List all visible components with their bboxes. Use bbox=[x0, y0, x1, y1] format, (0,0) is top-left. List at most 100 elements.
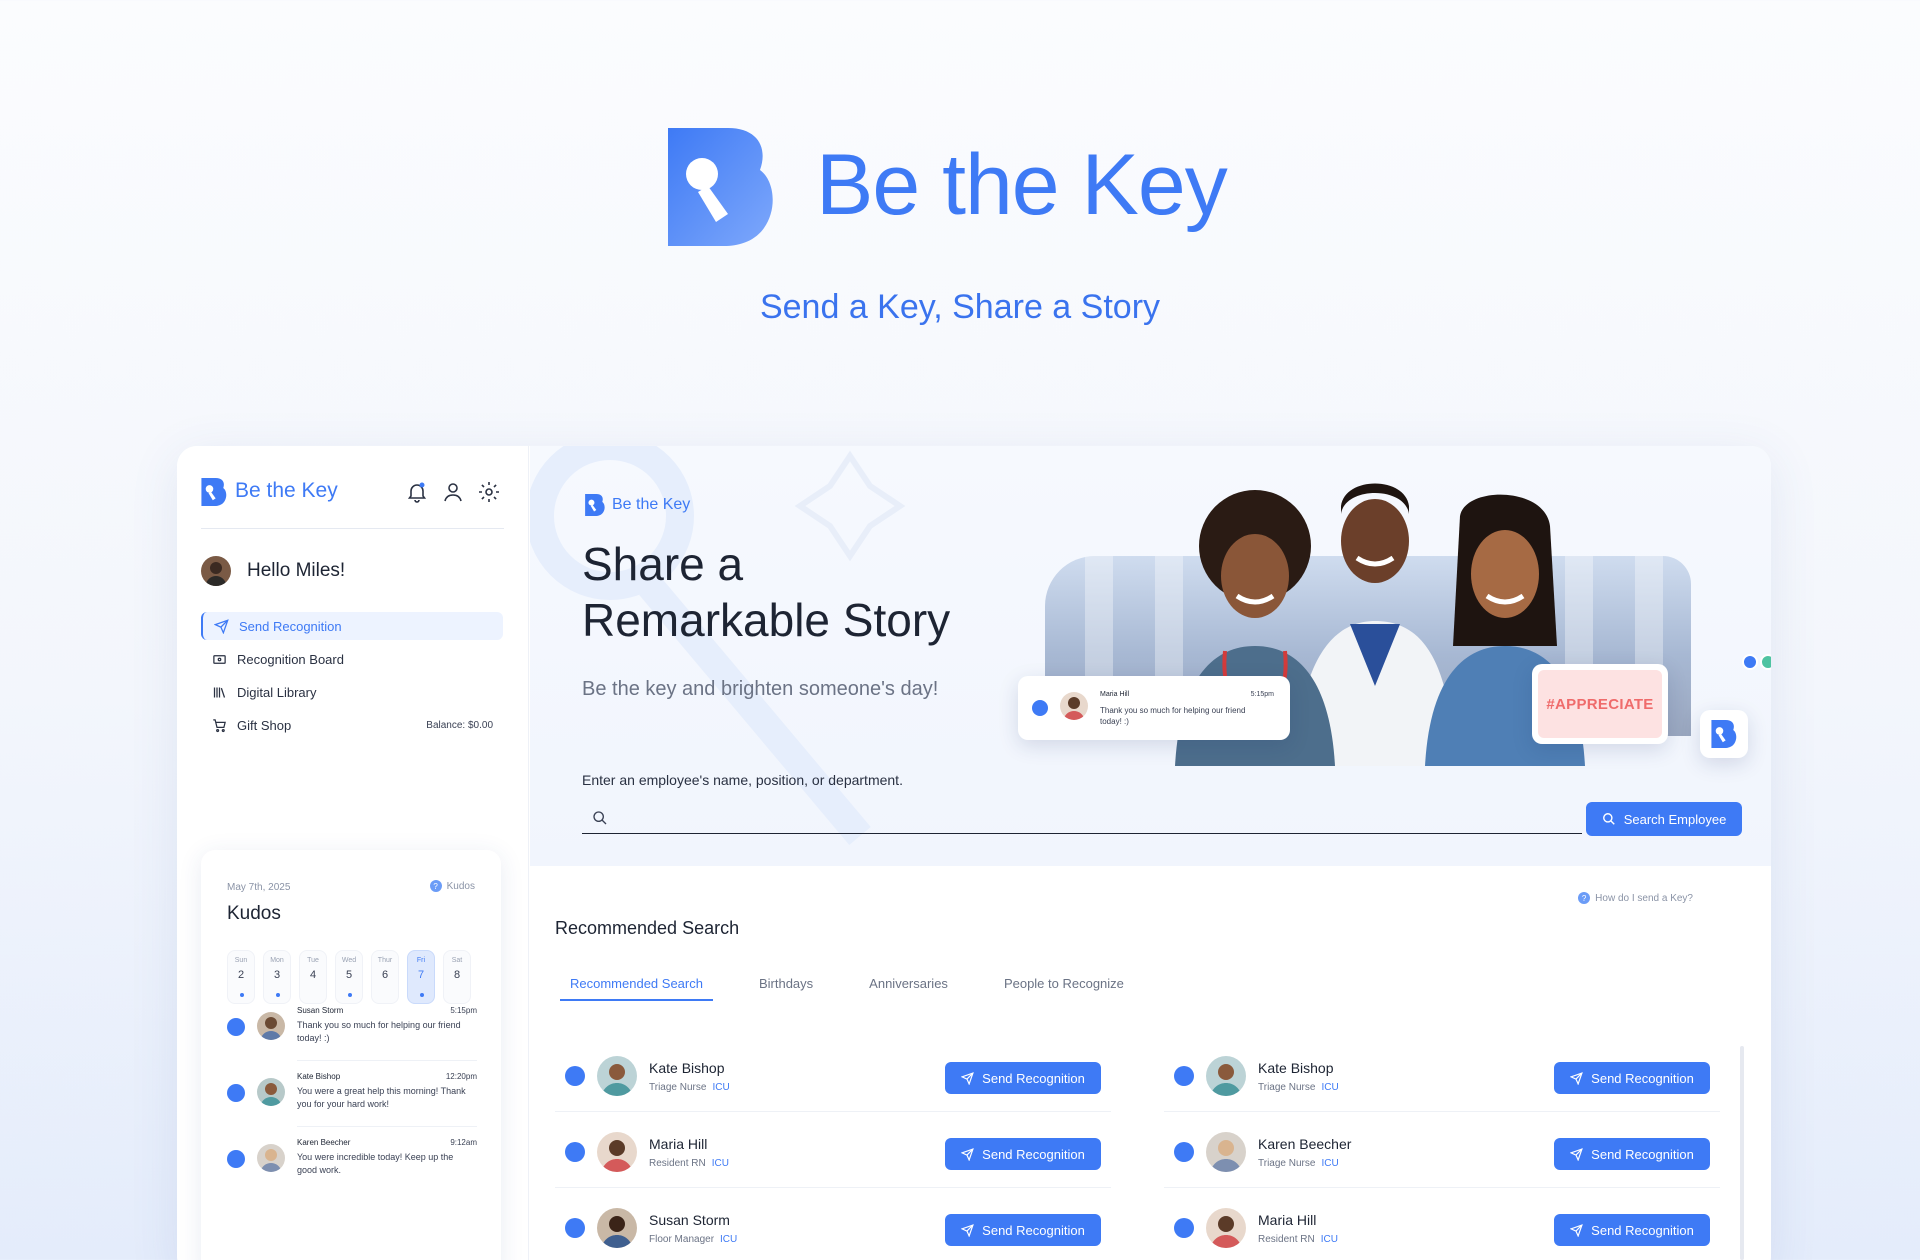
day-name: Fri bbox=[416, 957, 426, 964]
nav-label: Recognition Board bbox=[237, 651, 344, 667]
thumbs-up-icon[interactable] bbox=[565, 1142, 585, 1162]
user-avatar[interactable] bbox=[201, 556, 231, 586]
recommended-section: ? How do I send a Key? Recommended Search… bbox=[530, 866, 1771, 1260]
divider bbox=[201, 528, 504, 529]
list-scrollbar[interactable] bbox=[1740, 1046, 1744, 1260]
role-text: Floor Manager bbox=[649, 1234, 715, 1245]
calendar-day[interactable]: Sun 2 bbox=[227, 950, 255, 1004]
avatar bbox=[257, 1012, 285, 1040]
send-recognition-button[interactable]: Send Recognition bbox=[945, 1062, 1101, 1094]
day-number: 3 bbox=[273, 969, 281, 981]
sender-name: Susan Storm bbox=[297, 1006, 344, 1015]
kudos-message[interactable]: Kate Bishop 12:20pm You were a great hel… bbox=[227, 1072, 477, 1132]
hero-photo bbox=[1045, 446, 1745, 866]
message-time: 12:20pm bbox=[445, 1072, 477, 1081]
day-name: Thur bbox=[377, 957, 393, 964]
week-calendar: Sun 2 Mon 3 Tue 4 Wed 5 Thur 6 Fri 7 Sat 8 bbox=[227, 950, 471, 1004]
nav-item-gift-shop[interactable]: Gift Shop Balance: $0.00 bbox=[201, 711, 503, 739]
thumbs-up-icon[interactable] bbox=[1174, 1142, 1194, 1162]
day-name: Mon bbox=[270, 957, 284, 964]
role-text: Resident RN bbox=[649, 1158, 706, 1169]
user-icon[interactable] bbox=[441, 480, 465, 504]
send-recognition-button[interactable]: Send Recognition bbox=[1554, 1138, 1710, 1170]
message-time: 9:12am bbox=[450, 1138, 477, 1147]
calendar-day-selected[interactable]: Fri 7 bbox=[407, 950, 435, 1004]
how-to-label: How do I send a Key? bbox=[1595, 892, 1693, 904]
calendar-day[interactable]: Tue 4 bbox=[299, 950, 327, 1004]
day-number: 6 bbox=[381, 969, 389, 981]
message-time: 5:15pm bbox=[450, 1006, 477, 1015]
calendar-day[interactable]: Mon 3 bbox=[263, 950, 291, 1004]
send-icon bbox=[961, 1147, 975, 1161]
tab-people-to-recognize[interactable]: People to Recognize bbox=[994, 976, 1134, 1001]
day-name: Tue bbox=[307, 957, 319, 964]
kudos-card: May 7th, 2025 ? Kudos Kudos Sun 2 Mon 3 Tue… bbox=[201, 850, 501, 1260]
send-recognition-button[interactable]: Send Recognition bbox=[945, 1138, 1101, 1170]
button-label: Send Recognition bbox=[1591, 1146, 1694, 1162]
message-text: Thank you so much for helping our friend… bbox=[297, 1020, 461, 1043]
nav-item-send-recognition[interactable]: Send Recognition bbox=[201, 612, 503, 640]
department-tag: ICU bbox=[720, 1234, 738, 1245]
employee-name: Maria Hill bbox=[649, 1136, 708, 1152]
gear-icon[interactable] bbox=[477, 480, 501, 504]
calendar-day[interactable]: Sat 8 bbox=[443, 950, 471, 1004]
send-icon bbox=[1570, 1147, 1584, 1161]
nav-label: Gift Shop bbox=[237, 717, 292, 733]
page-title: Share a Remarkable Story bbox=[582, 538, 951, 646]
nav-label: Send Recognition bbox=[239, 618, 342, 634]
send-recognition-button[interactable]: Send Recognition bbox=[1554, 1214, 1710, 1246]
employee-row: Kate Bishop Triage Nurse ICU Send Recogni… bbox=[555, 1036, 1111, 1112]
thumbs-up-icon[interactable] bbox=[1174, 1218, 1194, 1238]
thumbs-up-icon[interactable] bbox=[565, 1218, 585, 1238]
sidebar-logo-icon[interactable] bbox=[201, 478, 227, 506]
day-number: 5 bbox=[345, 969, 353, 981]
calendar-day[interactable]: Wed 5 bbox=[335, 950, 363, 1004]
tab-bar: Recommended Search Birthdays Anniversari… bbox=[560, 976, 1170, 1001]
button-label: Send Recognition bbox=[982, 1146, 1085, 1162]
tab-birthdays[interactable]: Birthdays bbox=[749, 976, 823, 1001]
hero-brand-name: Be the Key bbox=[816, 137, 1228, 233]
send-icon bbox=[961, 1071, 975, 1085]
button-label: Send Recognition bbox=[1591, 1222, 1694, 1238]
brand-badge bbox=[1700, 710, 1748, 758]
how-to-link[interactable]: ? How do I send a Key? bbox=[1578, 892, 1693, 904]
button-label: Send Recognition bbox=[1591, 1070, 1694, 1086]
sender-name: Kate Bishop bbox=[297, 1072, 341, 1081]
avatar bbox=[257, 1078, 285, 1106]
thumbs-up-icon bbox=[1742, 654, 1758, 670]
nav-item-digital-library[interactable]: Digital Library bbox=[201, 678, 503, 706]
kudos-message[interactable]: Karen Beecher 9:12am You were incredible… bbox=[227, 1138, 477, 1198]
thumbs-up-icon[interactable] bbox=[565, 1066, 585, 1086]
send-recognition-button[interactable]: Send Recognition bbox=[1554, 1062, 1710, 1094]
activity-dot bbox=[240, 993, 244, 997]
question-icon: ? bbox=[429, 880, 442, 892]
department-tag: ICU bbox=[1320, 1234, 1338, 1245]
appreciate-label: #APPRECIATE bbox=[1538, 670, 1662, 738]
sender-name: Karen Beecher bbox=[297, 1138, 351, 1147]
bell-icon[interactable] bbox=[405, 480, 429, 504]
divider bbox=[297, 1060, 477, 1061]
avatar bbox=[597, 1132, 637, 1172]
send-recognition-button[interactable]: Send Recognition bbox=[945, 1214, 1101, 1246]
cart-icon bbox=[211, 717, 227, 733]
sidebar: Be the Key Hello Miles! Send Recognition… bbox=[177, 446, 529, 1260]
day-name: Sat bbox=[451, 957, 463, 964]
board-icon bbox=[211, 651, 227, 667]
thumbs-up-icon[interactable] bbox=[1174, 1066, 1194, 1086]
tab-anniversaries[interactable]: Anniversaries bbox=[859, 976, 958, 1001]
calendar-day[interactable]: Thur 6 bbox=[371, 950, 399, 1004]
section-title: Recommended Search bbox=[555, 918, 740, 938]
page-subtitle: Be the key and brighten someone's day! bbox=[582, 678, 939, 700]
recognition-notification[interactable]: Maria Hill 5:15pm Thank you so much for … bbox=[1018, 676, 1290, 740]
activity-dot bbox=[276, 993, 280, 997]
tab-recommended-search[interactable]: Recommended Search bbox=[560, 976, 713, 1001]
message-text: You were a great help this morning! Than… bbox=[297, 1086, 466, 1109]
message-text: You were incredible today! Keep up the g… bbox=[297, 1152, 454, 1175]
employee-row: Maria Hill Resident RN ICU Send Recogniti… bbox=[1164, 1188, 1720, 1260]
message-text: Thank you so much for helping our friend… bbox=[1100, 706, 1246, 726]
kudos-help-link[interactable]: ? Kudos bbox=[429, 880, 475, 892]
brand-logo-icon bbox=[1711, 720, 1737, 748]
nav-item-recognition-board[interactable]: Recognition Board bbox=[201, 645, 503, 673]
kudos-message[interactable]: Susan Storm 5:15pm Thank you so much for… bbox=[227, 1006, 477, 1066]
employee-row: Maria Hill Resident RN ICU Send Recogniti… bbox=[555, 1112, 1111, 1188]
